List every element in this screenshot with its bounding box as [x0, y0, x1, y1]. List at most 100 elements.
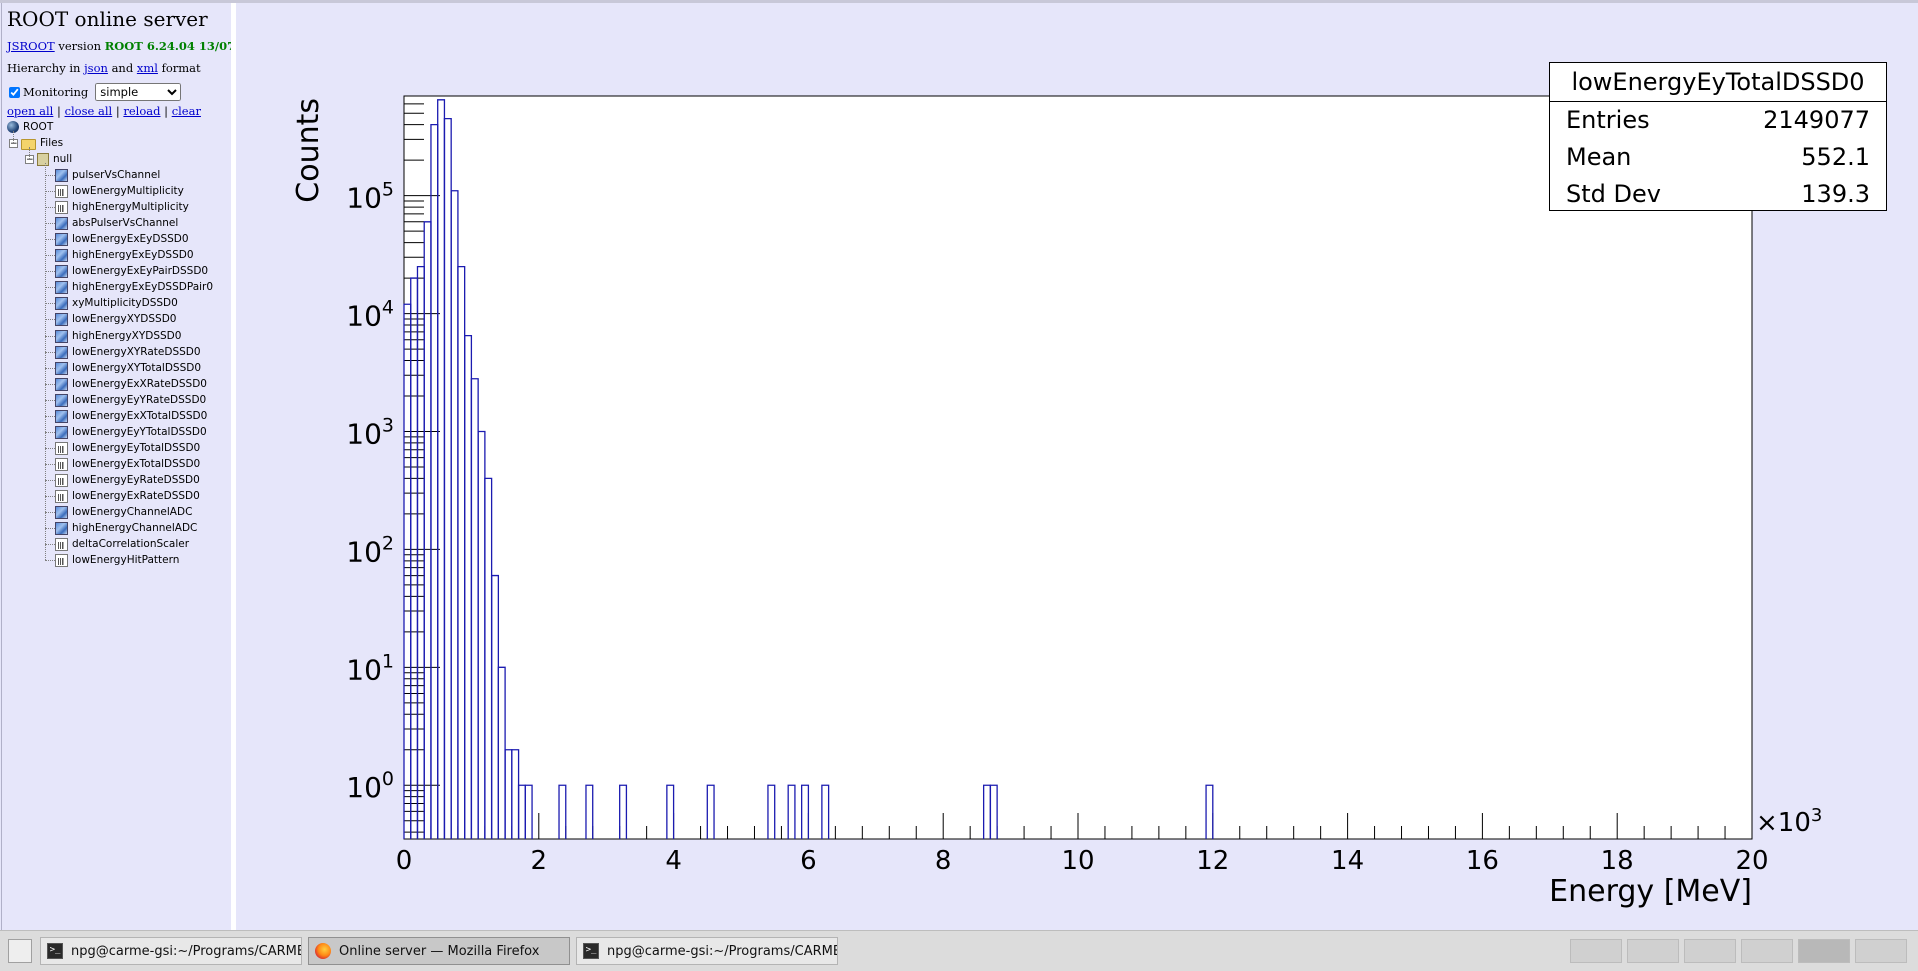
- y-tick-base: 10: [346, 182, 382, 215]
- tree-item-highEnergyXYDSSD0[interactable]: highEnergyXYDSSD0: [55, 328, 181, 344]
- x-tick-label: 4: [665, 846, 682, 876]
- taskbar-terminal-1[interactable]: >_ npg@carme-gsi:~/Programs/CARME...: [40, 937, 302, 965]
- tree-item-label: lowEnergyEyTotalDSSD0: [72, 442, 201, 454]
- y-tick-base: 10: [346, 771, 382, 804]
- tree-item-lowEnergyXYDSSD0[interactable]: lowEnergyXYDSSD0: [55, 311, 176, 327]
- taskbar: >_ npg@carme-gsi:~/Programs/CARME... Onl…: [0, 930, 1918, 971]
- workspace-pager-5[interactable]: [1798, 939, 1850, 963]
- tree-item-lowEnergyHitPattern[interactable]: lowEnergyHitPattern: [55, 552, 179, 568]
- version-word: version: [58, 39, 102, 53]
- tree-item-label: xyMultiplicityDSSD0: [72, 297, 178, 309]
- tree-item-lowEnergyExXRateDSSD0[interactable]: lowEnergyExXRateDSSD0: [55, 376, 207, 392]
- stats-label: Std Dev: [1566, 180, 1661, 208]
- workspace-pager-4[interactable]: [1741, 939, 1793, 963]
- stats-row-stddev: Std Dev 139.3: [1550, 176, 1886, 213]
- workspace-pager-2[interactable]: [1627, 939, 1679, 963]
- stats-value: 2149077: [1763, 106, 1870, 134]
- tree-connector: [45, 368, 55, 369]
- firefox-icon: [315, 943, 331, 959]
- tree-connector: [45, 464, 55, 465]
- tree-connector: [45, 480, 55, 481]
- tree-node-files[interactable]: − Files: [9, 135, 63, 151]
- stats-label: Entries: [1566, 106, 1650, 134]
- clear-link[interactable]: clear: [172, 104, 201, 118]
- x-tick-label: 18: [1601, 846, 1634, 876]
- histogram-2d-icon: [55, 232, 68, 246]
- tree-connector: [45, 496, 55, 497]
- tree-item-lowEnergyExEyDSSD0[interactable]: lowEnergyExEyDSSD0: [55, 231, 189, 247]
- tree-item-lowEnergyMultiplicity[interactable]: lowEnergyMultiplicity: [55, 183, 184, 199]
- tree-item-lowEnergyEyYTotalDSSD0[interactable]: lowEnergyEyYTotalDSSD0: [55, 424, 207, 440]
- tree-item-label: lowEnergyXYTotalDSSD0: [72, 362, 201, 374]
- tree-connector: [45, 319, 55, 320]
- tree-item-highEnergyChannelADC[interactable]: highEnergyChannelADC: [55, 520, 197, 536]
- tree-item-lowEnergyExTotalDSSD0[interactable]: lowEnergyExTotalDSSD0: [55, 456, 200, 472]
- hierarchy-format-line: Hierarchy in json and xml format: [7, 61, 201, 75]
- taskbar-firefox[interactable]: Online server — Mozilla Firefox: [308, 937, 570, 965]
- histogram-2d-icon: [55, 409, 68, 423]
- tree-item-lowEnergyChannelADC[interactable]: lowEnergyChannelADC: [55, 504, 192, 520]
- monitoring-mode-select[interactable]: simple: [95, 83, 182, 101]
- tree-item-absPulserVsChannel[interactable]: absPulserVsChannel: [55, 215, 178, 231]
- hierarchy-panel: ROOT online server JSROOT version ROOT 6…: [1, 3, 232, 930]
- histogram-2d-icon: [55, 361, 68, 375]
- tree-item-highEnergyExEyDSSD0[interactable]: highEnergyExEyDSSD0: [55, 247, 194, 263]
- tree-connector: [45, 207, 55, 208]
- y-tick-label: 101: [346, 650, 394, 686]
- x-tick-label: 16: [1466, 846, 1499, 876]
- tree-item-deltaCorrelationScaler[interactable]: deltaCorrelationScaler: [55, 536, 189, 552]
- tree-item-label: pulserVsChannel: [72, 169, 161, 181]
- tree-node-null[interactable]: − null: [25, 151, 72, 167]
- tree-connector: [45, 239, 55, 240]
- tree-connector: [13, 131, 14, 143]
- tree-item-xyMultiplicityDSSD0[interactable]: xyMultiplicityDSSD0: [55, 295, 178, 311]
- monitoring-row: Monitoring simple: [9, 83, 182, 101]
- monitoring-label: Monitoring: [23, 85, 89, 99]
- tree-item-lowEnergyExXTotalDSSD0[interactable]: lowEnergyExXTotalDSSD0: [55, 408, 207, 424]
- taskbar-terminal-2[interactable]: >_ npg@carme-gsi:~/Programs/CARME...: [576, 937, 838, 965]
- histogram-2d-icon: [55, 168, 68, 182]
- jsroot-link[interactable]: JSROOT: [7, 39, 55, 53]
- close-all-link[interactable]: close all: [65, 104, 113, 118]
- tree-item-label: lowEnergyEyYTotalDSSD0: [72, 426, 207, 438]
- monitoring-checkbox[interactable]: [9, 86, 20, 98]
- workspace-pager-3[interactable]: [1684, 939, 1736, 963]
- open-all-link[interactable]: open all: [7, 104, 53, 118]
- histogram-2d-icon: [55, 393, 68, 407]
- y-tick-base: 10: [346, 535, 382, 568]
- action-separator: |: [115, 104, 120, 118]
- tree-item-lowEnergyExRateDSSD0[interactable]: lowEnergyExRateDSSD0: [55, 488, 200, 504]
- y-tick-label: 100: [346, 768, 394, 804]
- stats-box[interactable]: lowEnergyEyTotalDSSD0 Entries 2149077 Me…: [1549, 62, 1887, 211]
- x-tick-label: 8: [935, 846, 952, 876]
- histogram-2d-icon: [55, 264, 68, 278]
- y-tick-base: 10: [346, 417, 382, 450]
- tree-item-highEnergyMultiplicity[interactable]: highEnergyMultiplicity: [55, 199, 189, 215]
- tree-item-label: lowEnergyEyRateDSSD0: [72, 474, 200, 486]
- histogram-2d-icon: [55, 296, 68, 310]
- show-desktop-icon[interactable]: [8, 939, 32, 963]
- version-line: JSROOT version ROOT 6.24.04 13/07/2: [7, 39, 232, 53]
- tree-item-lowEnergyXYTotalDSSD0[interactable]: lowEnergyXYTotalDSSD0: [55, 360, 201, 376]
- tree-item-pulserVsChannel[interactable]: pulserVsChannel: [55, 167, 160, 183]
- reload-link[interactable]: reload: [123, 104, 160, 118]
- histogram-2d-icon: [55, 280, 68, 294]
- tree-connector: [45, 303, 55, 304]
- tree-item-lowEnergyEyYRateDSSD0[interactable]: lowEnergyEyYRateDSSD0: [55, 392, 206, 408]
- tree-item-highEnergyExEyDSSDPair0[interactable]: highEnergyExEyDSSDPair0: [55, 279, 213, 295]
- y-tick-exponent: 2: [382, 532, 394, 554]
- xml-link[interactable]: xml: [137, 61, 158, 75]
- x-multiplier-base: ×10: [1756, 808, 1811, 838]
- tree-item-label: highEnergyXYDSSD0: [72, 330, 182, 342]
- x-tick-label: 14: [1331, 846, 1364, 876]
- workspace-pager-1[interactable]: [1570, 939, 1622, 963]
- tree-item-lowEnergyEyTotalDSSD0[interactable]: lowEnergyEyTotalDSSD0: [55, 440, 200, 456]
- workspace-pager-6[interactable]: [1855, 939, 1907, 963]
- json-link[interactable]: json: [84, 61, 108, 75]
- y-tick-exponent: 3: [382, 414, 394, 436]
- tree-item-lowEnergyEyRateDSSD0[interactable]: lowEnergyEyRateDSSD0: [55, 472, 200, 488]
- tree-item-lowEnergyExEyPairDSSD0[interactable]: lowEnergyExEyPairDSSD0: [55, 263, 208, 279]
- tree-item-lowEnergyXYRateDSSD0[interactable]: lowEnergyXYRateDSSD0: [55, 344, 201, 360]
- histogram-1d-icon: [55, 553, 68, 567]
- histogram-2d-icon: [55, 505, 68, 519]
